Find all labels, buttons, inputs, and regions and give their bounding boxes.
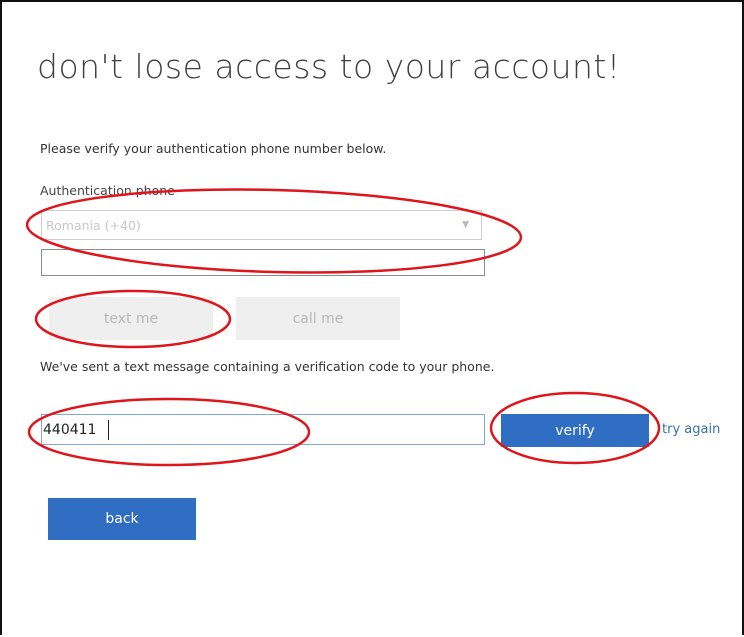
page-title: don't lose access to your account!: [37, 47, 621, 86]
chevron-down-icon: ▼: [462, 220, 469, 230]
code-sent-message: We've sent a text message containing a v…: [40, 359, 495, 374]
text-me-button[interactable]: text me: [49, 297, 213, 340]
back-label: back: [105, 511, 139, 527]
country-code-value: Romania (+40): [46, 218, 141, 233]
call-me-button[interactable]: call me: [236, 297, 400, 340]
phone-number-input[interactable]: [41, 249, 485, 276]
intro-text: Please verify your authentication phone …: [40, 141, 387, 156]
text-me-label: text me: [103, 310, 159, 327]
call-me-label: call me: [292, 310, 344, 327]
verification-code-value: 440411: [43, 422, 97, 438]
try-again-link[interactable]: try again: [662, 422, 720, 437]
text-caret: [108, 420, 109, 440]
authentication-phone-label: Authentication phone: [40, 183, 175, 198]
verification-code-input[interactable]: 440411: [41, 414, 485, 445]
back-button[interactable]: back: [48, 498, 196, 540]
verify-button[interactable]: verify: [501, 414, 649, 447]
country-code-select[interactable]: Romania (+40) ▼: [41, 210, 482, 240]
verify-label: verify: [555, 422, 595, 439]
